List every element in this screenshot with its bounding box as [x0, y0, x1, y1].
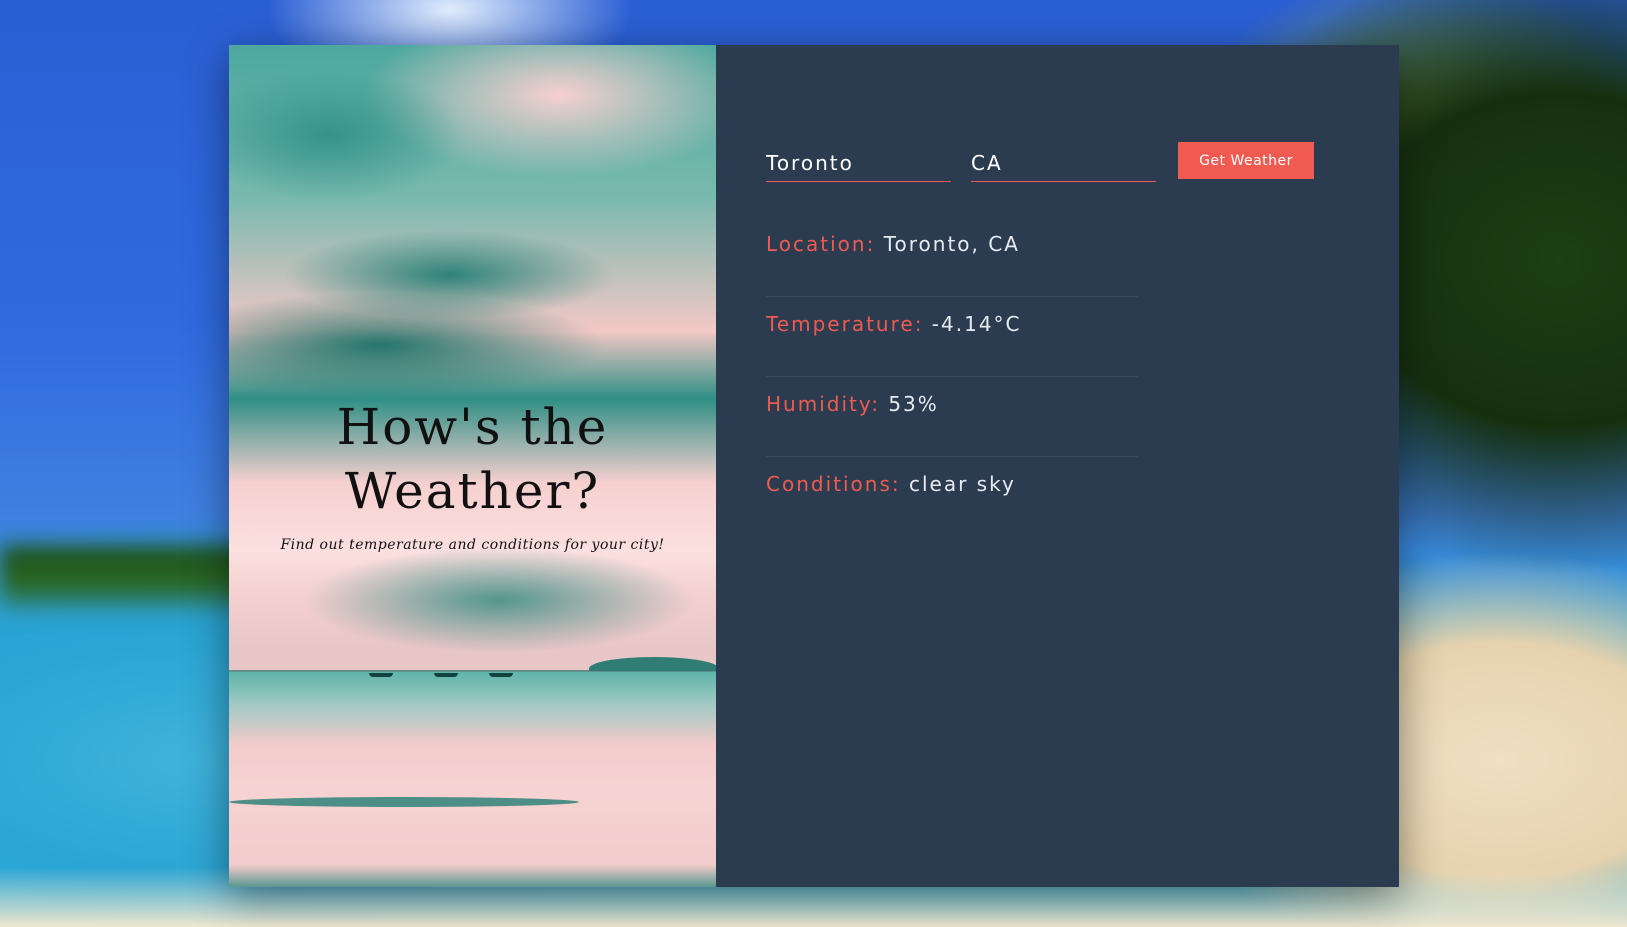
weather-results: Location: Toronto, CA Temperature: -4.14…	[766, 217, 1138, 537]
humidity-label: Humidity:	[766, 392, 880, 416]
hero-wave	[229, 797, 579, 807]
location-value: Toronto, CA	[883, 232, 1020, 256]
hero-foam	[229, 865, 716, 887]
hero-island	[589, 657, 716, 671]
boat	[369, 673, 393, 677]
weather-card: How's the Weather? Find out temperature …	[229, 45, 1399, 887]
hero-panel: How's the Weather? Find out temperature …	[229, 45, 716, 887]
conditions-row: Conditions: clear sky	[766, 457, 1138, 537]
conditions-label: Conditions:	[766, 472, 901, 496]
city-input[interactable]	[766, 145, 951, 182]
humidity-value: 53%	[888, 392, 939, 416]
background-treeline	[0, 545, 260, 615]
temperature-label: Temperature:	[766, 312, 924, 336]
weather-panel: Get Weather Location: Toronto, CA Temper…	[716, 45, 1399, 887]
hero-text: How's the Weather? Find out temperature …	[229, 395, 716, 553]
boat	[434, 673, 458, 677]
hero-sea	[229, 672, 716, 887]
humidity-row: Humidity: 53%	[766, 377, 1138, 457]
boat	[489, 673, 513, 677]
location-row: Location: Toronto, CA	[766, 217, 1138, 297]
conditions-value: clear sky	[908, 472, 1016, 496]
page-title: How's the Weather?	[336, 398, 609, 520]
weather-search-form: Get Weather	[766, 142, 1326, 185]
page-subtitle: Find out temperature and conditions for …	[280, 537, 665, 553]
temperature-row: Temperature: -4.14°C	[766, 297, 1138, 377]
location-label: Location:	[766, 232, 876, 256]
temperature-value: -4.14°C	[931, 312, 1022, 336]
get-weather-button[interactable]: Get Weather	[1178, 142, 1314, 179]
country-input[interactable]	[971, 145, 1156, 182]
